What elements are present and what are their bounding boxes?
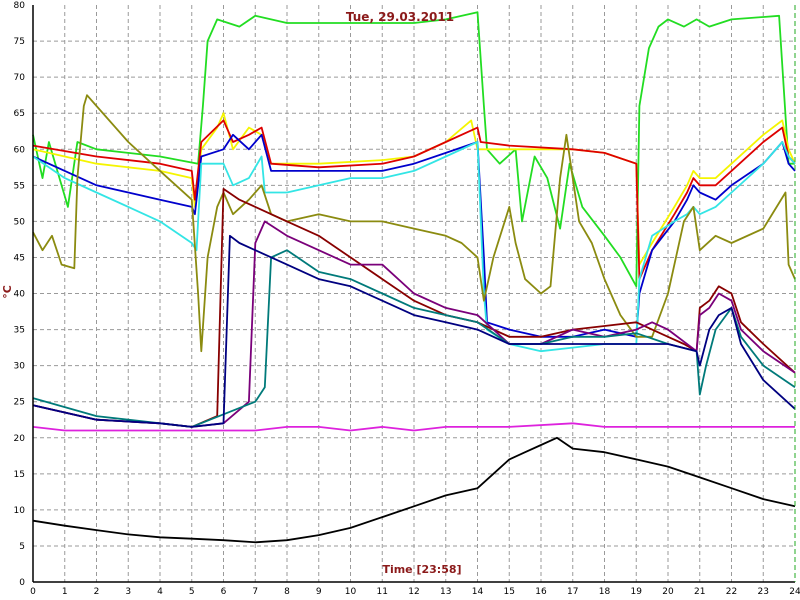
x-tick-label: 12 — [408, 587, 419, 597]
chart-title: Tue, 29.03.2011 — [346, 10, 454, 24]
x-tick-label: 15 — [504, 587, 515, 597]
x-tick-label: 1 — [62, 587, 68, 597]
x-tick-label: 19 — [631, 587, 643, 597]
x-axis-title: Time [23:58] — [382, 563, 461, 576]
x-tick-label: 6 — [221, 587, 227, 597]
x-tick-label: 5 — [189, 587, 195, 597]
x-tick-label: 2 — [94, 587, 100, 597]
y-tick-label: 5 — [19, 542, 25, 552]
y-tick-label: 0 — [19, 578, 25, 588]
y-tick-label: 55 — [14, 181, 25, 191]
x-tick-label: 0 — [30, 587, 36, 597]
temperature-line-chart: 05101520253035404550556065707580 0123456… — [0, 0, 800, 600]
x-tick-label: 8 — [284, 587, 290, 597]
x-tick-label: 21 — [694, 587, 705, 597]
x-tick-label: 10 — [345, 587, 357, 597]
x-tick-label: 3 — [125, 587, 131, 597]
x-tick-label: 11 — [377, 587, 388, 597]
x-tick-label: 17 — [567, 587, 578, 597]
y-tick-label: 10 — [14, 506, 26, 516]
y-tick-label: 30 — [14, 362, 26, 372]
y-tick-label: 45 — [14, 253, 25, 263]
x-tick-label: 23 — [758, 587, 769, 597]
y-axis-title: °C — [1, 285, 14, 299]
x-tick-label: 18 — [599, 587, 611, 597]
y-tick-label: 15 — [14, 470, 25, 480]
y-tick-label: 40 — [14, 290, 26, 300]
x-tick-label: 9 — [316, 587, 322, 597]
y-tick-label: 65 — [14, 109, 25, 119]
y-tick-label: 20 — [14, 434, 26, 444]
x-tick-label: 4 — [157, 587, 163, 597]
y-tick-label: 75 — [14, 37, 25, 47]
y-tick-label: 80 — [14, 1, 26, 11]
x-tick-label: 20 — [662, 587, 674, 597]
x-tick-label: 24 — [789, 587, 800, 597]
y-tick-label: 35 — [14, 326, 25, 336]
x-tick-label: 14 — [472, 587, 484, 597]
x-tick-label: 7 — [252, 587, 258, 597]
y-tick-label: 50 — [14, 217, 26, 227]
y-tick-label: 70 — [14, 73, 26, 83]
x-tick-label: 13 — [440, 587, 451, 597]
y-tick-label: 60 — [14, 145, 26, 155]
y-tick-label: 25 — [14, 398, 25, 408]
x-tick-label: 16 — [535, 587, 547, 597]
x-tick-label: 22 — [726, 587, 737, 597]
